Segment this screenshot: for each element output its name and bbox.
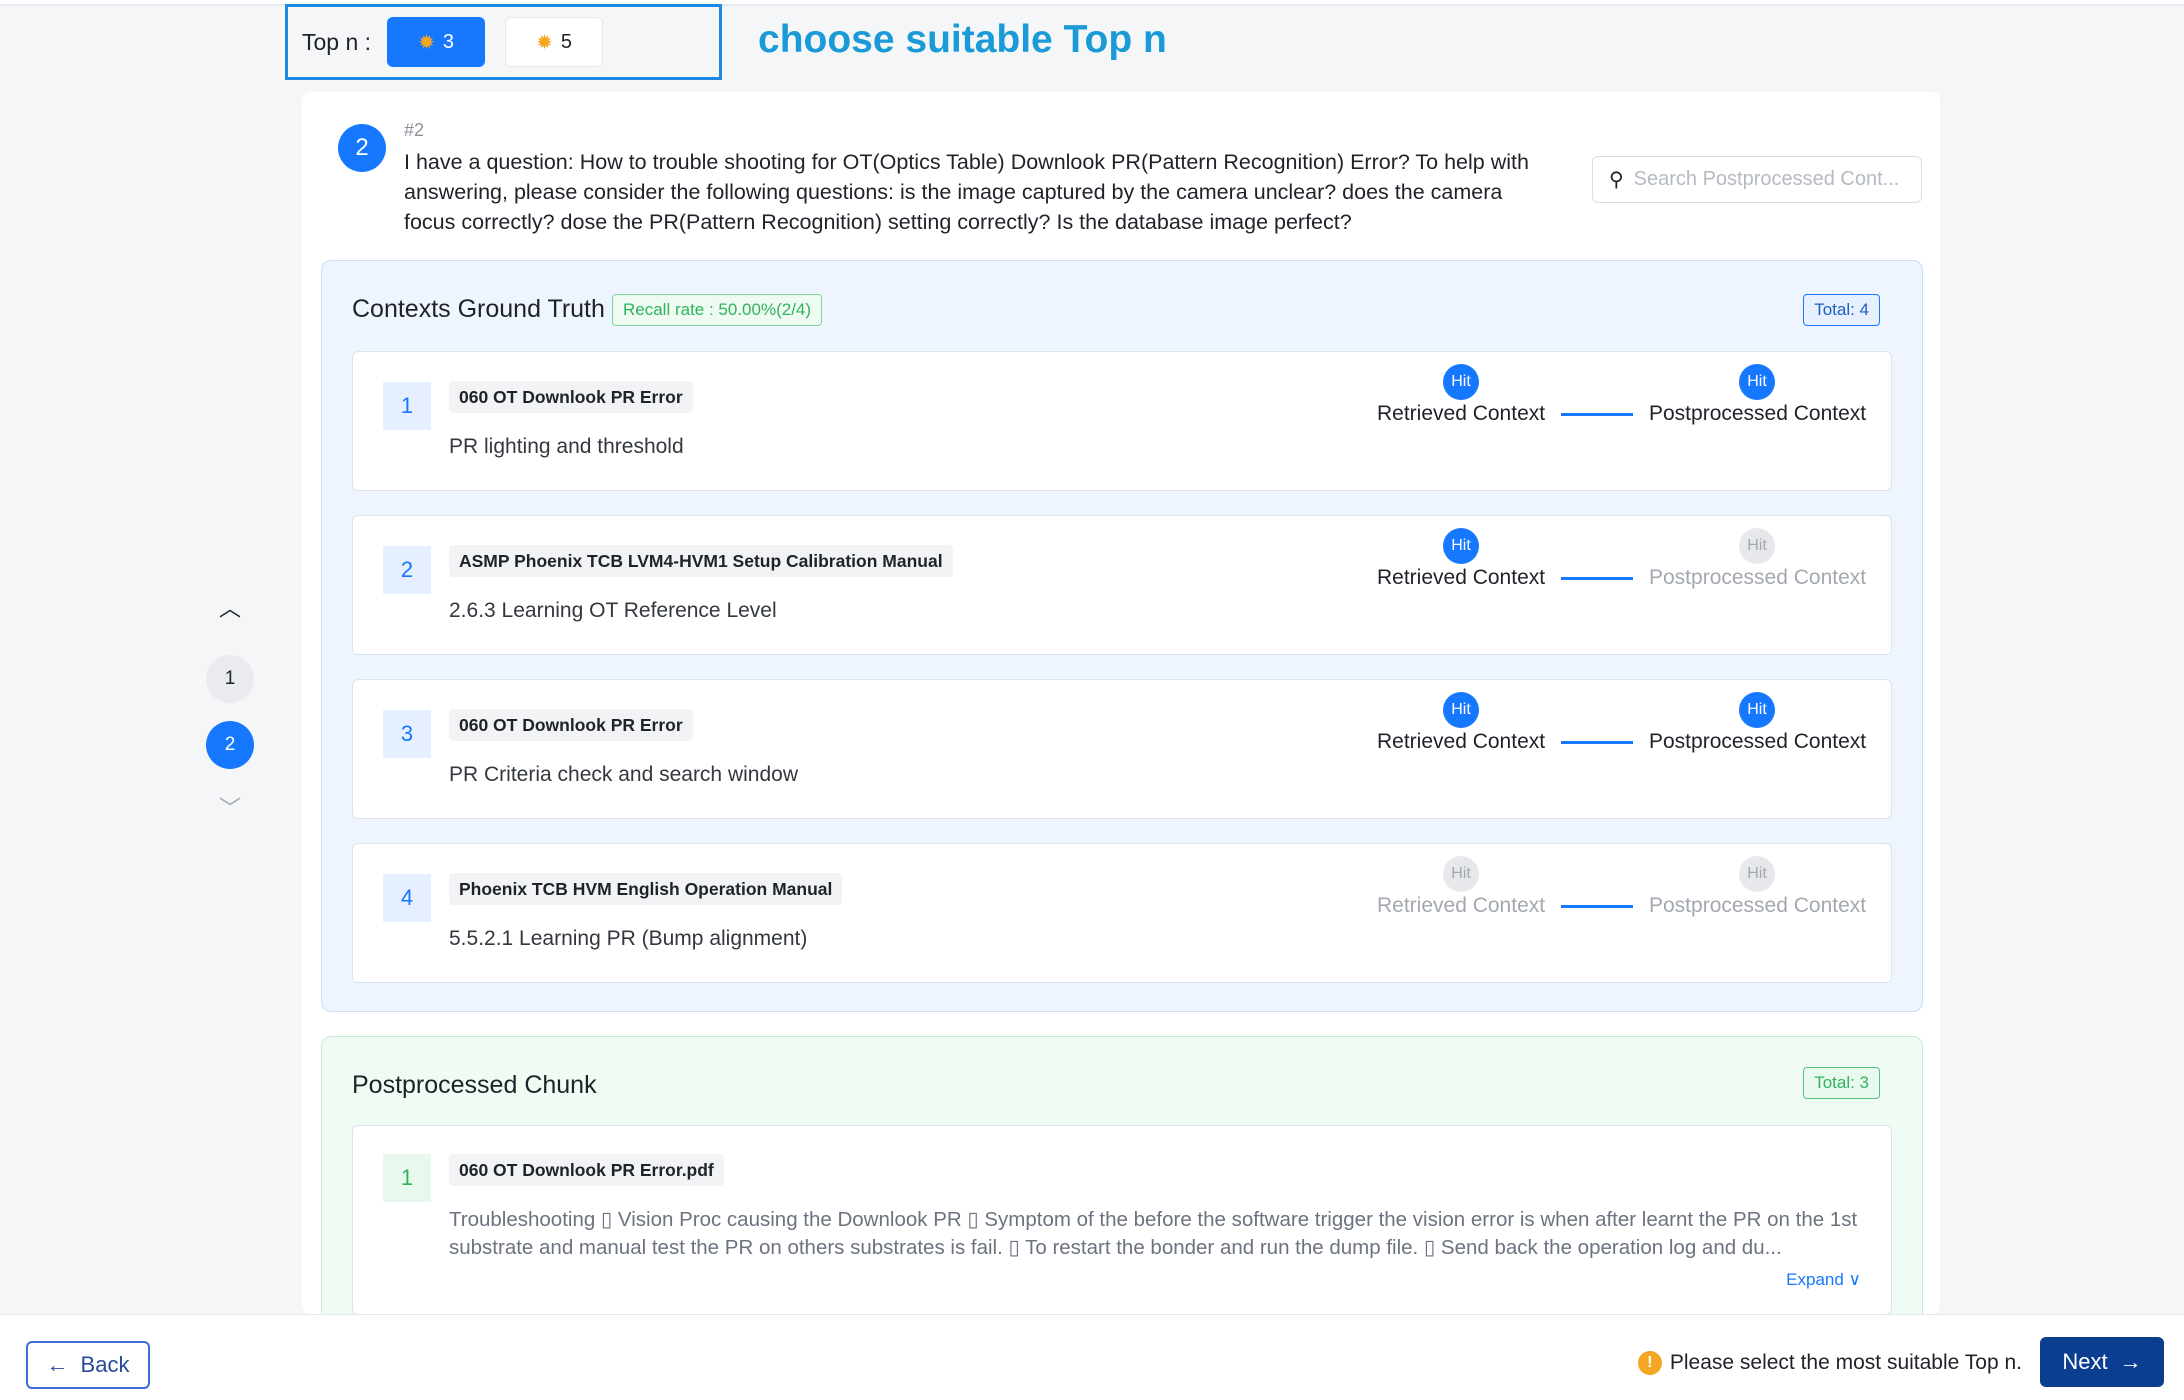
search-placeholder: Search Postprocessed Cont... xyxy=(1633,168,1900,190)
row-document-tag: 060 OT Downlook PR Error xyxy=(449,381,693,413)
ground-truth-row: 1 060 OT Downlook PR Error PR lighting a… xyxy=(352,351,1892,491)
postprocessed-context-label: Postprocessed Context xyxy=(1649,730,1867,753)
chunk-index: 1 xyxy=(383,1154,431,1202)
ground-truth-total: Total: 4 xyxy=(1803,294,1880,326)
ground-truth-title: Contexts Ground Truth xyxy=(352,295,605,323)
warning-icon: ! xyxy=(1637,1351,1662,1375)
postprocessed-title: Postprocessed Chunk xyxy=(352,1071,597,1099)
footer-hint: ! Please select the most suitable Top n. xyxy=(1637,1351,2022,1375)
search-input[interactable]: ⚲ Search Postprocessed Cont... xyxy=(1592,156,1922,203)
retrieved-hit-badge: Hit xyxy=(1443,364,1479,400)
topn-annotation: choose suitable Top n xyxy=(758,18,1167,61)
postprocessed-hit-badge: Hit xyxy=(1739,856,1775,892)
gear-icon: ✹ xyxy=(536,31,553,54)
row-index: 1 xyxy=(383,382,431,430)
row-description: PR Criteria check and search window xyxy=(449,763,798,786)
postprocessed-context-label: Postprocessed Context xyxy=(1649,566,1867,589)
postprocessed-hit-badge: Hit xyxy=(1739,364,1775,400)
row-document-tag: ASMP Phoenix TCB LVM4-HVM1 Setup Calibra… xyxy=(449,545,953,577)
row-description: 5.5.2.1 Learning PR (Bump alignment) xyxy=(449,927,808,950)
postprocessed-total: Total: 3 xyxy=(1803,1067,1880,1099)
next-button[interactable]: Next → xyxy=(2040,1337,2164,1387)
chevron-up-icon[interactable]: ︿ xyxy=(218,595,242,621)
question-badge: 2 xyxy=(338,124,386,172)
ground-truth-section: Contexts Ground Truth Recall rate : 50.0… xyxy=(321,260,1923,1012)
connector-line xyxy=(1561,413,1633,416)
nav-question-2[interactable]: 2 xyxy=(206,721,254,769)
chunk-document-tag: 060 OT Downlook PR Error.pdf xyxy=(449,1154,724,1186)
connector-line xyxy=(1561,905,1633,908)
row-index: 2 xyxy=(383,546,431,594)
ground-truth-row: 4 Phoenix TCB HVM English Operation Manu… xyxy=(352,843,1892,983)
row-description: 2.6.3 Learning OT Reference Level xyxy=(449,599,777,622)
retrieved-context-label: Retrieved Context xyxy=(1377,402,1546,425)
nav-question-1[interactable]: 1 xyxy=(206,655,254,703)
row-description: PR lighting and threshold xyxy=(449,435,684,458)
topn-label: Top n : xyxy=(302,28,372,55)
expand-link[interactable]: Expand ∨ xyxy=(1786,1270,1861,1290)
connector-line xyxy=(1561,577,1633,580)
footer-bar: ← Back ! Please select the most suitable… xyxy=(0,1314,2184,1400)
postprocessed-hit-badge: Hit xyxy=(1739,528,1775,564)
postprocessed-hit-badge: Hit xyxy=(1739,692,1775,728)
chevron-down-icon[interactable]: ﹀ xyxy=(218,795,242,821)
topn-option-3[interactable]: ✹ 3 xyxy=(387,17,486,67)
postprocessed-context-label: Postprocessed Context xyxy=(1649,402,1867,425)
chunk-text: Troubleshooting ▯ Vision Proc causing th… xyxy=(449,1208,1858,1259)
topn-option-value: 5 xyxy=(560,30,572,53)
search-icon: ⚲ xyxy=(1609,169,1624,191)
question-number: #2 xyxy=(404,120,425,140)
postprocessed-chunk-section: Postprocessed Chunk Total: 3 1 060 OT Do… xyxy=(321,1036,1923,1314)
arrow-left-icon: ← xyxy=(46,1352,69,1377)
arrow-right-icon: → xyxy=(2119,1349,2142,1374)
retrieved-context-label: Retrieved Context xyxy=(1377,894,1546,917)
retrieved-hit-badge: Hit xyxy=(1443,856,1479,892)
back-label: Back xyxy=(80,1352,130,1377)
ground-truth-row: 3 060 OT Downlook PR Error PR Criteria c… xyxy=(352,679,1892,819)
question-text: I have a question: How to trouble shooti… xyxy=(404,150,1529,234)
postprocessed-chunk-row: 1 060 OT Downlook PR Error.pdf Troublesh… xyxy=(352,1125,1892,1314)
retrieved-hit-badge: Hit xyxy=(1443,692,1479,728)
row-document-tag: 060 OT Downlook PR Error xyxy=(449,709,693,741)
next-label: Next xyxy=(2062,1349,2108,1374)
postprocessed-context-label: Postprocessed Context xyxy=(1649,894,1867,917)
topn-option-5[interactable]: ✹ 5 xyxy=(505,17,604,67)
hint-text: Please select the most suitable Top n. xyxy=(1669,1351,2022,1374)
recall-badge: Recall rate : 50.00%(2/4) xyxy=(612,294,823,326)
retrieved-context-label: Retrieved Context xyxy=(1377,730,1546,753)
retrieved-context-label: Retrieved Context xyxy=(1377,566,1546,589)
topn-selector: Top n : ✹ 3 ✹ 5 xyxy=(285,4,722,80)
gear-icon: ✹ xyxy=(418,31,435,54)
row-document-tag: Phoenix TCB HVM English Operation Manual xyxy=(449,873,843,905)
ground-truth-row: 2 ASMP Phoenix TCB LVM4-HVM1 Setup Calib… xyxy=(352,515,1892,655)
retrieved-hit-badge: Hit xyxy=(1443,528,1479,564)
topn-option-value: 3 xyxy=(442,30,454,53)
question-card: 2 #2 I have a question: How to trouble s… xyxy=(302,92,1940,1314)
row-index: 4 xyxy=(383,874,431,922)
row-index: 3 xyxy=(383,710,431,758)
back-button[interactable]: ← Back xyxy=(26,1341,150,1389)
connector-line xyxy=(1561,741,1633,744)
